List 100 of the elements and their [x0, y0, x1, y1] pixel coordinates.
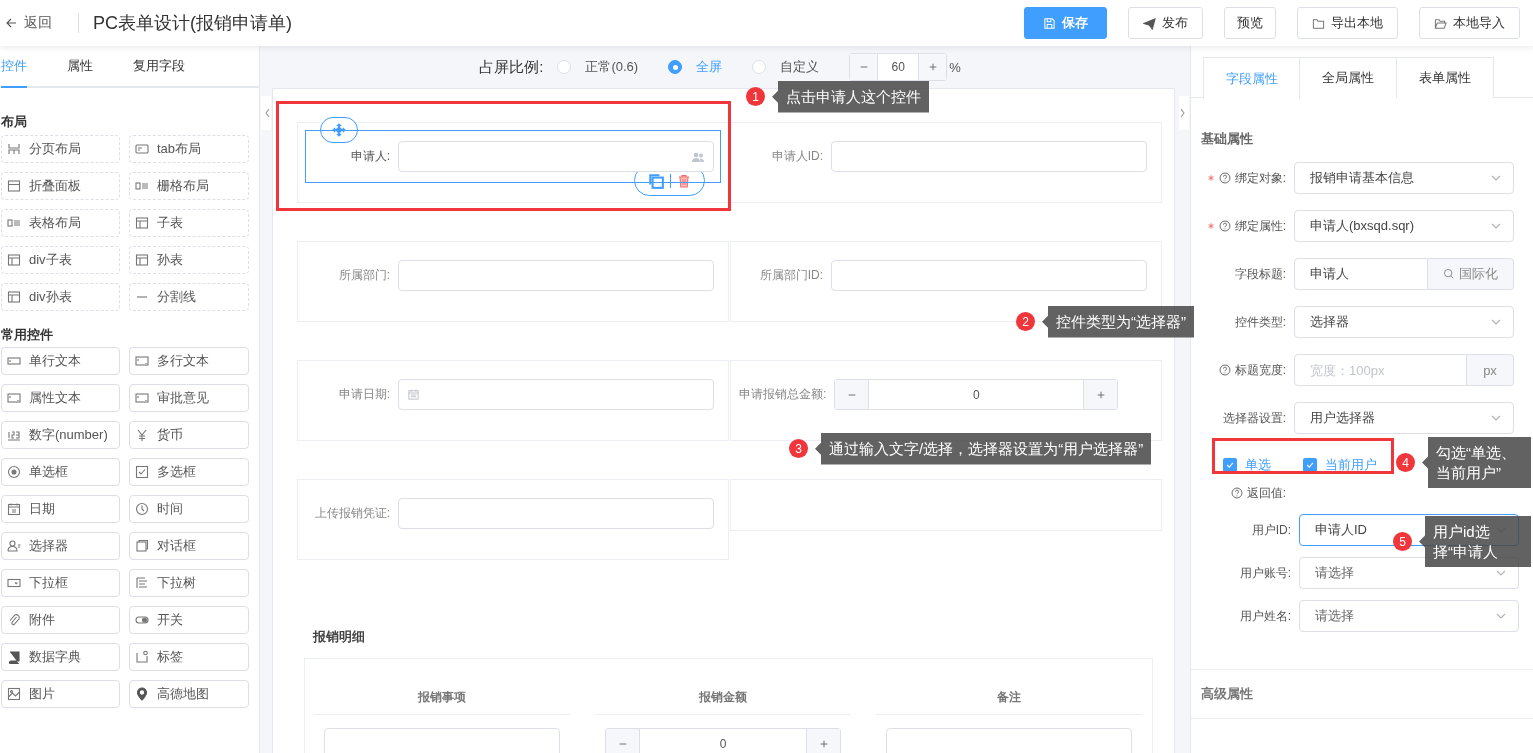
image-icon — [7, 687, 21, 701]
checkbox[interactable] — [1223, 458, 1237, 472]
component-item[interactable]: 多选框 — [129, 458, 249, 486]
component-item[interactable]: 对话框 — [129, 532, 249, 560]
form-cell[interactable]: 所属部门: — [297, 241, 729, 322]
toolbar-button[interactable]: 导出本地 — [1297, 7, 1398, 39]
radio-label[interactable]: 正常(0.6) — [585, 58, 639, 76]
collapse-left-button[interactable] — [261, 96, 271, 130]
panel-tab[interactable]: 全局属性 — [1300, 57, 1397, 98]
field-label: 申请日期: — [337, 386, 391, 403]
component-item[interactable]: 子表 — [129, 209, 249, 237]
select-field[interactable]: 选择器 — [1294, 306, 1514, 338]
component-item[interactable]: 属性文本 — [1, 384, 120, 412]
form-cell[interactable]: 申请人ID: — [730, 122, 1162, 203]
component-item[interactable]: 高德地图 — [129, 680, 249, 708]
component-item[interactable]: 表格布局 — [1, 209, 120, 237]
dropdown-icon — [7, 576, 21, 590]
toggle-icon — [135, 613, 149, 627]
component-item[interactable]: 选择器 — [1, 532, 120, 560]
selected-field-frame[interactable]: 申请人: — [305, 130, 721, 183]
arrow-left-icon — [4, 16, 18, 30]
text-field[interactable] — [398, 141, 714, 172]
toolbar-button[interactable]: 预览 — [1224, 7, 1276, 39]
component-item[interactable]: div孙表 — [1, 283, 120, 311]
radio-button[interactable] — [668, 60, 683, 74]
component-item[interactable]: 分割线 — [129, 283, 249, 311]
plus-button[interactable] — [918, 54, 947, 80]
field-label: 所属部门ID: — [758, 267, 824, 284]
text-field[interactable]: 宽度：100px — [1294, 354, 1467, 386]
radio-label[interactable]: 自定义 — [780, 58, 820, 76]
panel-tab[interactable]: 复用字段 — [133, 46, 185, 88]
text-field[interactable] — [324, 728, 560, 753]
table-icon — [7, 290, 21, 304]
search-icon — [1443, 268, 1455, 280]
select-field[interactable]: 用户选择器 — [1294, 402, 1514, 434]
panel-tab[interactable]: 属性 — [67, 46, 93, 88]
component-item[interactable]: 附件 — [1, 606, 120, 634]
minus-button[interactable] — [606, 729, 640, 753]
collapse-right-button[interactable] — [1179, 96, 1189, 130]
component-item[interactable]: 数据字典 — [1, 643, 120, 671]
text-field[interactable] — [398, 498, 714, 529]
date-field[interactable] — [398, 379, 714, 410]
tab-icon — [135, 142, 149, 156]
component-item[interactable]: 孙表 — [129, 246, 249, 274]
text-field[interactable] — [831, 141, 1147, 172]
component-item[interactable]: div子表 — [1, 246, 120, 274]
plus-icon — [927, 61, 938, 73]
select-field[interactable]: 申请人(bxsqd.sqr) — [1294, 210, 1514, 242]
number-stepper[interactable]: 0 — [605, 728, 841, 753]
move-handle[interactable] — [320, 117, 358, 143]
split-icon — [7, 142, 21, 156]
form-cell[interactable]: 上传报销凭证: — [297, 479, 729, 560]
component-item[interactable]: 分页布局 — [1, 135, 120, 163]
component-item[interactable]: 栅格布局 — [129, 172, 249, 200]
list-icon — [135, 179, 149, 193]
section-header[interactable]: 高级属性 — [1191, 669, 1533, 719]
minus-button[interactable] — [835, 380, 870, 409]
stepper-value: 0 — [718, 735, 728, 753]
form-cell[interactable]: 申请人: — [297, 122, 729, 203]
number-stepper[interactable]: 0 — [834, 379, 1119, 410]
component-item[interactable]: 货币 — [129, 421, 249, 449]
window-icon — [135, 539, 149, 553]
toolbar-button[interactable]: 发布 — [1128, 7, 1203, 39]
checkbox[interactable] — [1303, 458, 1317, 472]
stepper-value: 0 — [972, 386, 981, 404]
plus-button[interactable] — [1083, 380, 1118, 409]
callout-tooltip: 通过输入文字/选择，选择器设置为“用户选择器” — [815, 433, 1152, 465]
component-item[interactable]: 数字(number) — [1, 421, 120, 449]
callout-tooltip: 用户id选择“申请人 — [1419, 516, 1531, 567]
back-link[interactable]: 返回 — [0, 14, 52, 32]
text-field[interactable] — [398, 260, 714, 291]
component-item[interactable]: 开关 — [129, 606, 249, 634]
component-item[interactable]: 日期 — [1, 495, 120, 523]
component-item[interactable]: 图片 — [1, 680, 120, 708]
number-stepper[interactable]: 60 — [849, 53, 948, 81]
minus-button[interactable] — [850, 54, 879, 80]
copy-icon[interactable] — [648, 172, 664, 189]
component-item[interactable]: 审批意见 — [129, 384, 249, 412]
text-field[interactable]: 申请人 — [1294, 258, 1428, 290]
component-item[interactable]: 下拉框 — [1, 569, 120, 597]
text-field[interactable] — [886, 728, 1132, 753]
property-label: 标题宽度: — [1234, 361, 1286, 379]
trash-icon[interactable] — [677, 173, 691, 188]
component-item[interactable]: 时间 — [129, 495, 249, 523]
component-item[interactable]: 折叠面板 — [1, 172, 120, 200]
component-item[interactable]: 单行文本 — [1, 347, 120, 375]
property-label: 绑定对象: — [1234, 169, 1286, 187]
text-field[interactable] — [831, 260, 1147, 291]
form-cell[interactable]: 申请日期: — [297, 360, 729, 441]
select-field[interactable]: 报销申请基本信息 — [1294, 162, 1514, 194]
component-item[interactable]: 标签 — [129, 643, 249, 671]
panel-tab[interactable]: 表单属性 — [1397, 57, 1494, 98]
select-field[interactable]: 请选择 — [1299, 600, 1519, 632]
component-item[interactable]: 单选框 — [1, 458, 120, 486]
component-item[interactable]: tab布局 — [129, 135, 249, 163]
component-item[interactable]: 下拉树 — [129, 569, 249, 597]
i18n-button[interactable]: 国际化 — [1428, 258, 1514, 290]
plus-button[interactable] — [806, 729, 840, 753]
component-item[interactable]: 多行文本 — [129, 347, 249, 375]
toolbar-button[interactable]: 本地导入 — [1419, 7, 1520, 39]
